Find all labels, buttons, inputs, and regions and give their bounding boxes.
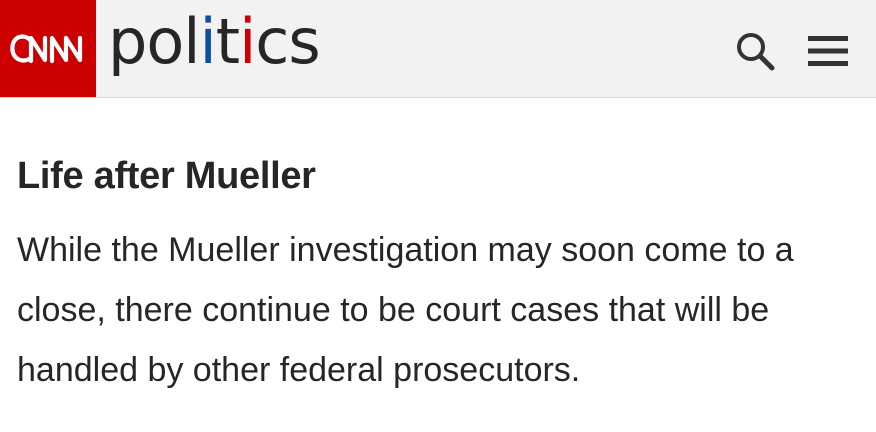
- section-title-politics[interactable]: politics: [108, 2, 321, 82]
- section-title-letter-i-red: i: [239, 5, 256, 78]
- cnn-logo-mark: [10, 33, 83, 63]
- site-header: politics: [0, 0, 876, 98]
- article-body: While the Mueller investigation may soon…: [17, 231, 794, 389]
- menu-button[interactable]: [806, 34, 850, 68]
- hamburger-menu-icon: [808, 36, 848, 66]
- search-icon: [737, 33, 775, 71]
- section-title-letter-i-blue: i: [199, 5, 217, 78]
- page: politics Life after Mueller While the Mu…: [0, 0, 876, 432]
- article-headline[interactable]: Life after Mueller: [17, 150, 857, 202]
- search-button[interactable]: [732, 28, 778, 74]
- section-title-part: pol: [108, 5, 201, 78]
- cnn-logo[interactable]: [0, 0, 96, 97]
- section-title-part: t: [215, 5, 240, 78]
- section-title-part: cs: [255, 5, 320, 78]
- article-content: Life after Mueller While the Mueller inv…: [17, 150, 857, 400]
